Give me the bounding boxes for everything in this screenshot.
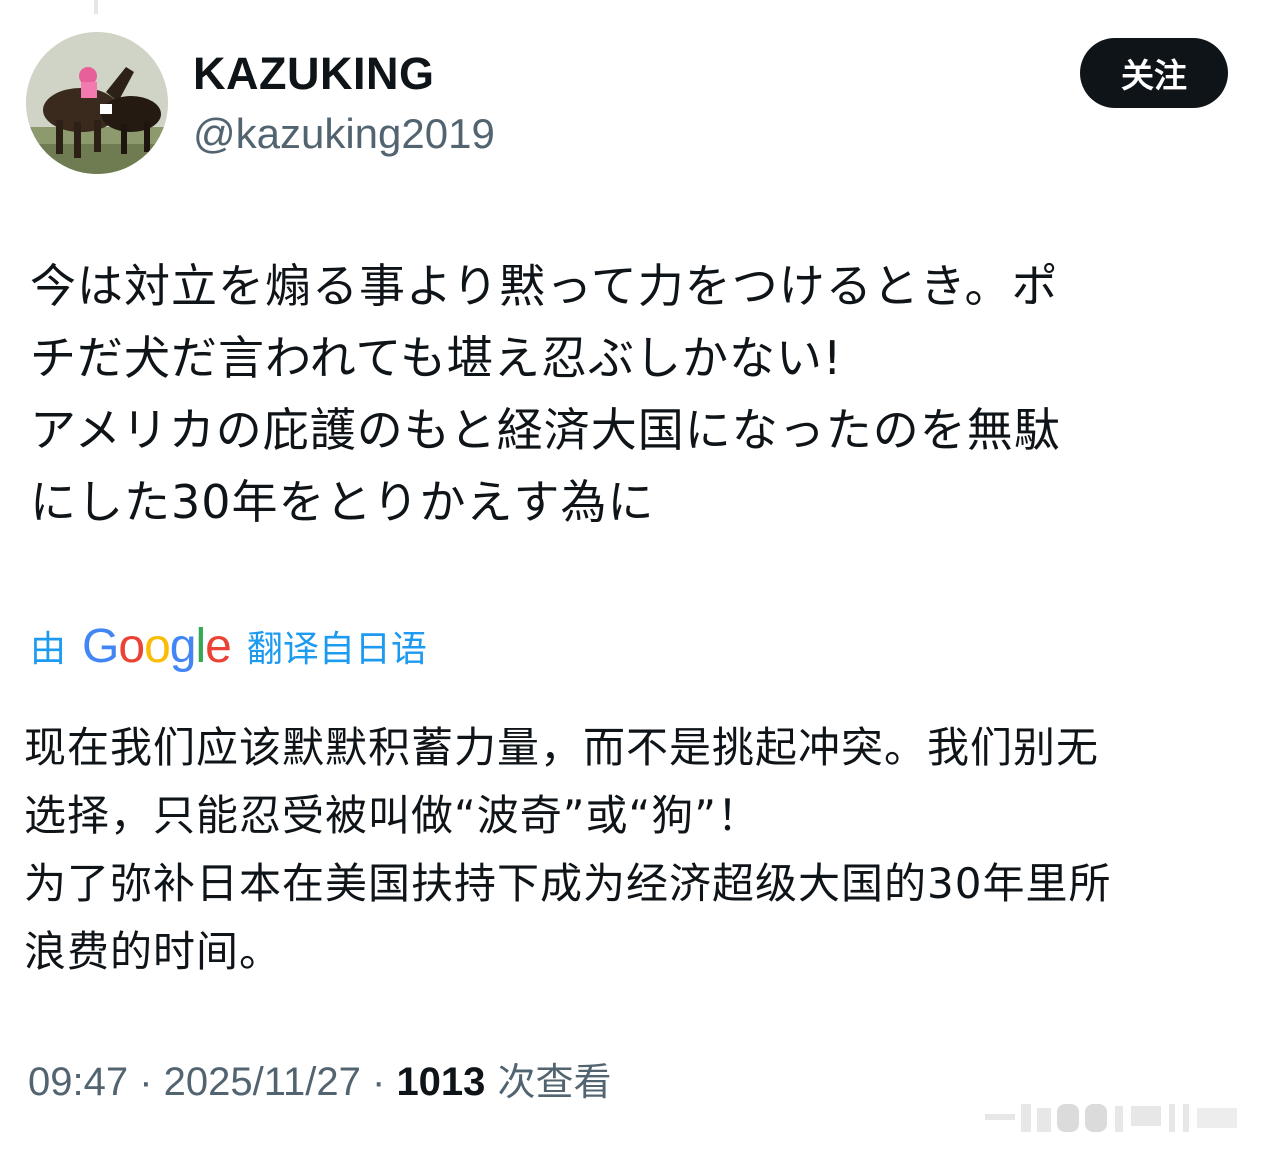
views-label: 次查看 <box>485 1060 612 1104</box>
translated-text: 现在我们应该默默积蓄力量，而不是挑起冲突。我们别无 选择，只能忍受被叫做“波奇”… <box>24 723 1112 976</box>
google-logo-letter: e <box>205 619 232 673</box>
top-divider-tick <box>94 0 98 14</box>
google-logo-letter: g <box>169 619 197 673</box>
follow-button[interactable]: 关注 <box>1080 38 1228 108</box>
google-logo-letter: l <box>195 619 206 673</box>
display-name[interactable]: KAZUKING <box>193 46 434 102</box>
google-logo-letter: o <box>144 619 171 673</box>
tweet-meta: 09:47 · 2025/11/27 · 1013 次查看 <box>28 1052 612 1112</box>
google-logo-letter: o <box>118 619 145 673</box>
avatar-horse-racing-image <box>26 32 168 174</box>
tweet-date[interactable]: 2025/11/27 <box>164 1060 361 1104</box>
tweet-time[interactable]: 09:47 <box>28 1060 128 1104</box>
google-logo: Google <box>82 619 232 674</box>
avatar[interactable] <box>26 32 168 174</box>
meta-separator: · <box>128 1060 164 1104</box>
translation-prefix: 由 <box>30 629 67 670</box>
google-logo-letter: G <box>82 619 119 673</box>
translation-attribution[interactable]: 由 Google 翻译自日语 <box>30 616 427 676</box>
user-handle[interactable]: @kazuking2019 <box>193 106 495 162</box>
views-count: 1013 <box>396 1060 486 1104</box>
tweet-text: 今は対立を煽る事より黙って力をつけるとき。ポ チだ犬だ言われても堪え忍ぶしかない… <box>30 259 1061 529</box>
watermark-icon <box>985 1104 1237 1132</box>
translation-suffix: 翻译自日语 <box>246 629 427 670</box>
meta-separator-2: · <box>360 1060 397 1104</box>
